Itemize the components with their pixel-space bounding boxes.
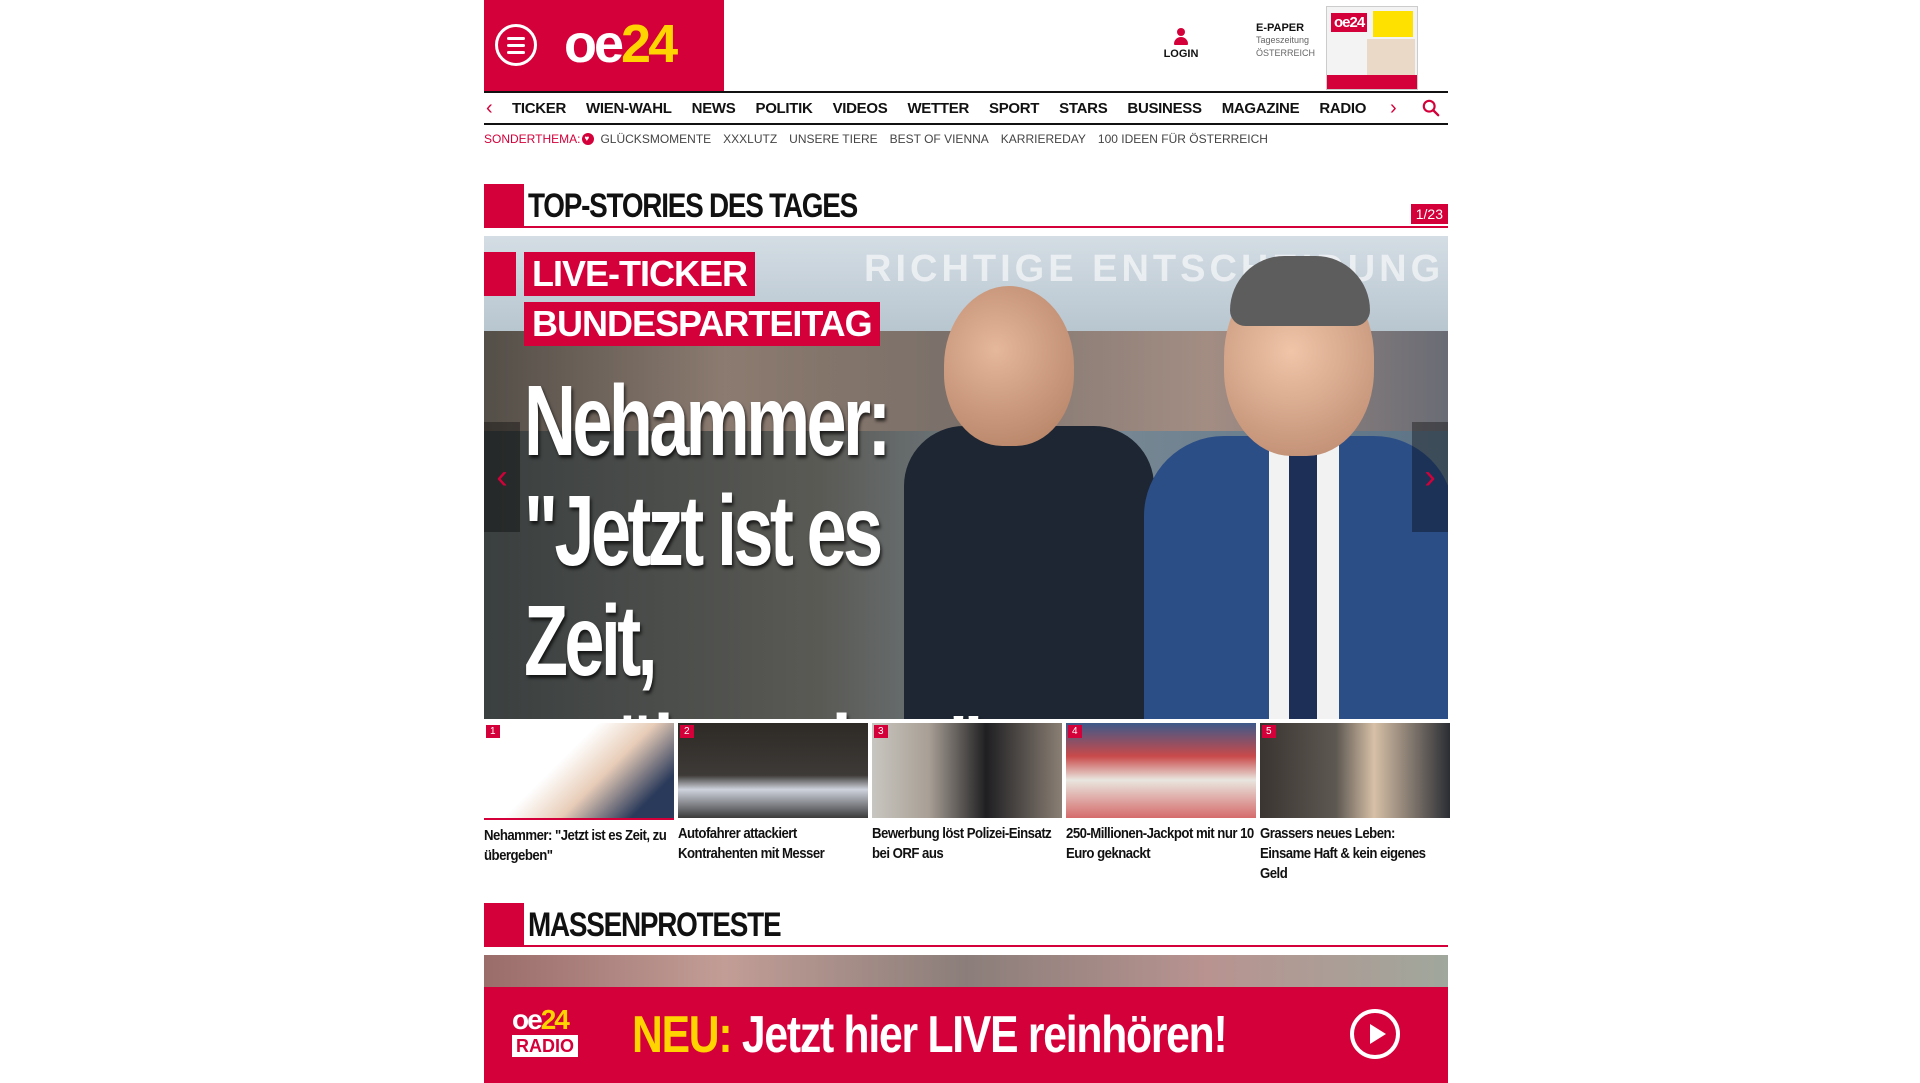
radio-logo-label: RADIO xyxy=(512,1035,578,1057)
epaper-link[interactable]: E-PAPER Tageszeitung ÖSTERREICH xyxy=(1256,22,1326,60)
story-thumbnail-image[interactable]: 4 xyxy=(1066,723,1256,818)
hero-prev-arrow-icon[interactable]: ‹ xyxy=(484,422,520,532)
heart-icon xyxy=(582,133,595,145)
subnav-item[interactable]: BEST OF VIENNA xyxy=(890,132,989,146)
hero-headline-line-2: "Jetzt ist es Zeit, xyxy=(524,475,883,697)
story-thumbnail-number: 5 xyxy=(1262,725,1276,738)
subnav-item[interactable]: GLÜCKSMOMENTE xyxy=(600,132,711,146)
hero-headline[interactable]: Nehammer: "Jetzt ist es Zeit, zu übergeb… xyxy=(524,366,1014,719)
story-thumbnail-caption[interactable]: Nehammer: "Jetzt ist es Zeit, zu übergeb… xyxy=(484,826,672,866)
top-stories-title: TOP-STORIES DES TAGES xyxy=(528,187,858,225)
nav-item-business[interactable]: BUSINESS xyxy=(1127,100,1202,117)
login-label: LOGIN xyxy=(1163,48,1199,60)
story-thumbnail[interactable]: 5 Grassers neues Leben: Einsame Haft & ke… xyxy=(1260,723,1450,884)
nav-item-radio[interactable]: RADIO xyxy=(1319,100,1366,117)
massenproteste-image[interactable] xyxy=(484,955,1448,987)
radio-logo-24: 24 xyxy=(540,1004,570,1035)
user-icon xyxy=(1174,28,1188,46)
hero-headline-line-1: Nehammer: xyxy=(524,365,891,477)
epaper-title: E-PAPER xyxy=(1256,22,1305,34)
nav-item-politik[interactable]: POLITIK xyxy=(755,100,812,117)
epaper-subtitle-1: Tageszeitung xyxy=(1256,35,1310,45)
nav-item-magazine[interactable]: MAGAZINE xyxy=(1222,100,1300,117)
story-thumbnail-number: 4 xyxy=(1068,725,1082,738)
subnav-item[interactable]: UNSERE TIERE xyxy=(789,132,877,146)
subnav-item[interactable]: 100 IDEEN FÜR ÖSTERREICH xyxy=(1098,132,1268,146)
subnav-item[interactable]: KARRIEREDAY xyxy=(1001,132,1086,146)
slide-counter: 1/23 xyxy=(1410,204,1448,224)
story-thumbnail-image[interactable]: 3 xyxy=(872,723,1062,818)
nav-item-ticker[interactable]: TICKER xyxy=(512,100,566,117)
logo-area: oe24 xyxy=(484,0,724,91)
epaper-thumbnail[interactable]: oe24 xyxy=(1326,6,1418,90)
story-thumbnail[interactable]: 3 Bewerbung löst Polizei-Einsatz bei ORF … xyxy=(872,723,1062,864)
epaper-subtitle-2: ÖSTERREICH xyxy=(1256,48,1316,58)
story-thumbnail-number: 2 xyxy=(680,725,694,738)
nav-item-sport[interactable]: SPORT xyxy=(989,100,1039,117)
story-thumbnail-caption[interactable]: 250-Millionen-Jackpot mit nur 10 Euro ge… xyxy=(1066,824,1254,864)
story-thumbnail-image[interactable]: 2 xyxy=(678,723,868,818)
massenproteste-heading: MASSENPROTESTE xyxy=(484,903,1448,947)
radio-logo: oe24 RADIO xyxy=(512,1005,602,1069)
logo-oe: oe xyxy=(564,14,624,74)
nav-left-arrow-icon[interactable]: ‹ xyxy=(486,97,493,119)
main-navigation: ‹ TICKER WIEN-WAHL NEWS POLITIK VIDEOS WETTER… xyxy=(484,91,1448,125)
bundesparteitag-tag: BUNDESPARTEITAG xyxy=(524,302,880,346)
nav-right-arrow-icon[interactable]: › xyxy=(1390,97,1397,119)
radio-banner-text: NEU: Jetzt hier LIVE reinhören! xyxy=(632,1005,1228,1065)
nav-item-news[interactable]: NEWS xyxy=(692,100,736,117)
nav-items: TICKER WIEN-WAHL NEWS POLITIK VIDEOS WETTER SP… xyxy=(504,93,1384,123)
story-thumbnail[interactable]: 1 Nehammer: "Jetzt ist es Zeit, zu überge… xyxy=(484,723,674,866)
top-stories-heading: TOP-STORIES DES TAGES xyxy=(484,184,1448,228)
story-thumbnail-image[interactable]: 5 xyxy=(1260,723,1450,818)
story-thumbnail[interactable]: 2 Autofahrer attackiert Kontrahenten mit … xyxy=(678,723,868,864)
story-thumbnail-caption[interactable]: Bewerbung löst Polizei-Einsatz bei ORF a… xyxy=(872,824,1060,864)
sonderthema-label: SONDERTHEMA: xyxy=(484,132,581,146)
story-thumbnails: 1 Nehammer: "Jetzt ist es Zeit, zu überge… xyxy=(484,723,1450,893)
nav-item-wien-wahl[interactable]: WIEN-WAHL xyxy=(586,100,672,117)
sub-navigation: SONDERTHEMA: GLÜCKSMOMENTE XXXLUTZ UNSERE … xyxy=(484,128,1448,150)
page: oe24 LOGIN E-PAPER Tageszeitung ÖSTERREI… xyxy=(484,0,1450,1083)
story-thumbnail-number: 1 xyxy=(486,725,500,738)
site-logo[interactable]: oe24 xyxy=(564,14,678,74)
story-thumbnail-caption[interactable]: Autofahrer attackiert Kontrahenten mit M… xyxy=(678,824,866,864)
radio-banner[interactable]: oe24 RADIO NEU: Jetzt hier LIVE reinhöre… xyxy=(484,987,1448,1083)
story-thumbnail-caption[interactable]: Grassers neues Leben: Einsame Haft & kei… xyxy=(1260,824,1448,884)
logo-24: 24 xyxy=(621,14,678,74)
radio-cta-text: Jetzt hier LIVE reinhören! xyxy=(731,1006,1228,1064)
login-button[interactable]: LOGIN xyxy=(1160,28,1202,60)
nav-item-stars[interactable]: STARS xyxy=(1059,100,1108,117)
story-thumbnail[interactable]: 4 250-Millionen-Jackpot mit nur 10 Euro g… xyxy=(1066,723,1256,864)
story-thumbnail-number: 3 xyxy=(874,725,888,738)
radio-logo-oe: oe xyxy=(512,1004,543,1035)
hero-next-arrow-icon[interactable]: › xyxy=(1412,422,1448,532)
epaper-thumb-logo: oe24 xyxy=(1331,13,1368,32)
search-icon[interactable] xyxy=(1422,99,1440,117)
hero-headline-line-3: zu übergeben" xyxy=(524,696,1014,719)
story-thumbnail-image[interactable]: 1 xyxy=(484,723,674,820)
massenproteste-title: MASSENPROTESTE xyxy=(528,906,782,944)
hero-slide[interactable]: RICHTIGE ENTSCHEIDUNG LIVE-TICKER BUNDES… xyxy=(484,236,1448,719)
play-icon[interactable] xyxy=(1350,1009,1400,1059)
subnav-item[interactable]: XXXLUTZ xyxy=(723,132,777,146)
live-ticker-tag: LIVE-TICKER xyxy=(524,252,756,296)
hero-photo-person-right xyxy=(1144,256,1448,719)
menu-button[interactable] xyxy=(495,24,537,66)
radio-neu-label: NEU: xyxy=(632,1006,733,1064)
nav-item-videos[interactable]: VIDEOS xyxy=(833,100,888,117)
nav-item-wetter[interactable]: WETTER xyxy=(907,100,969,117)
